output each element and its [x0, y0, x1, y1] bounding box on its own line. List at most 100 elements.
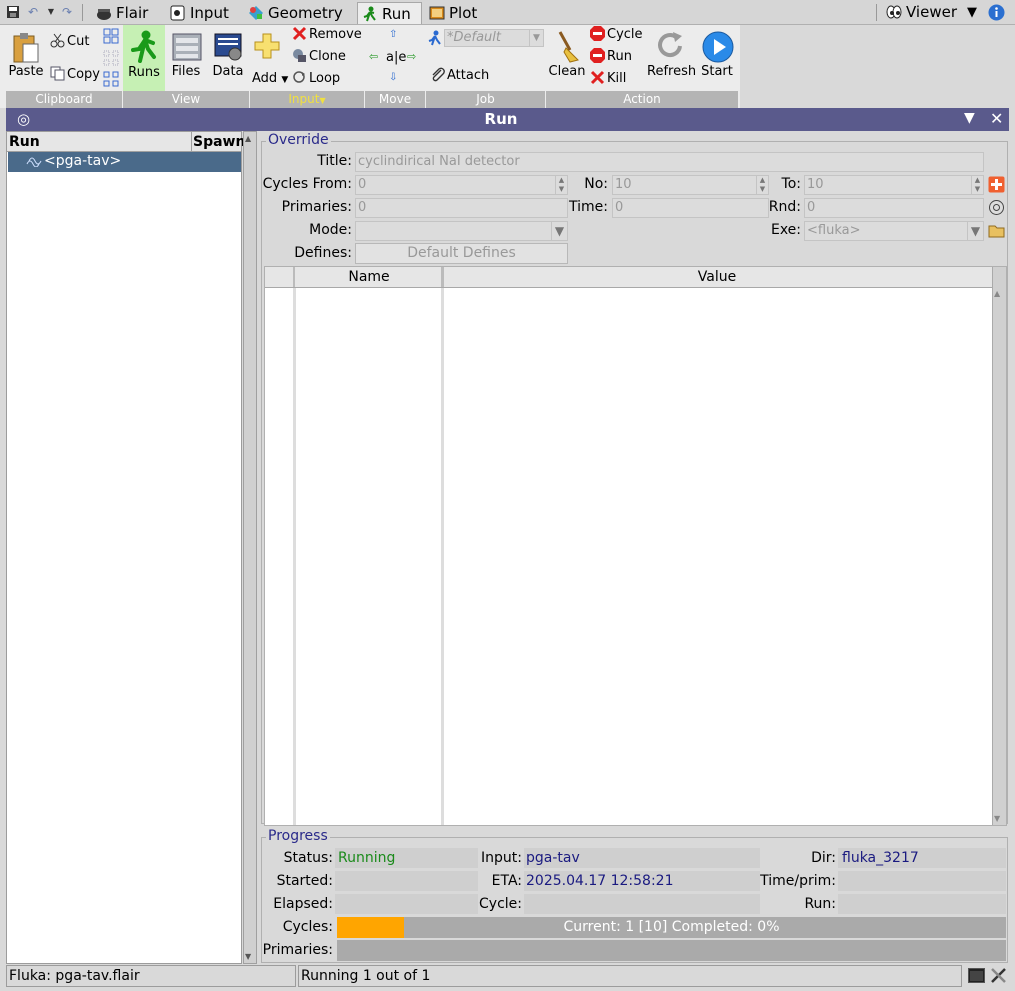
no-label: No:: [584, 176, 608, 192]
loop-icon: [292, 70, 307, 85]
clean-button[interactable]: Clean: [548, 30, 586, 79]
runs-view-button[interactable]: Runs: [123, 25, 165, 91]
job-runner-icon: [428, 30, 442, 46]
undo-dropdown-icon[interactable]: ▼: [44, 5, 58, 19]
input-group-dropdown-icon: ▼: [319, 96, 326, 105]
run-list-header: Run Spawn: [7, 132, 245, 152]
job-select-dropdown-icon: ▼: [529, 30, 543, 46]
move-left-icon[interactable]: ⇦: [369, 50, 378, 63]
kill-button[interactable]: Kill: [590, 69, 626, 89]
save-icon[interactable]: [6, 5, 20, 19]
input-label: Input:: [481, 850, 522, 866]
defines-table-scrollbar[interactable]: ▲ ▼: [992, 267, 1006, 825]
data-view-button[interactable]: Data: [209, 30, 247, 79]
rnd-input[interactable]: 0: [804, 198, 984, 218]
refresh-button[interactable]: Refresh: [647, 30, 696, 79]
scroll-down-icon[interactable]: ▼: [994, 814, 1000, 823]
time-label: Time:: [569, 199, 608, 215]
run-item-label: <pga-tav>: [44, 153, 122, 169]
move-right-icon[interactable]: ⇨: [407, 50, 416, 63]
group-label-move: Move: [365, 91, 425, 108]
files-view-button[interactable]: Files: [167, 30, 205, 79]
group-label-job: Job: [426, 91, 545, 108]
open-folder-icon[interactable]: [988, 222, 1006, 239]
add-icon[interactable]: [254, 33, 280, 59]
cycles-from-label: Cycles From:: [262, 176, 352, 192]
column-header-name[interactable]: Name: [296, 269, 442, 285]
broom-icon: [552, 30, 582, 63]
mode-select[interactable]: ▼: [355, 221, 568, 241]
primaries-input[interactable]: 0: [355, 198, 568, 218]
time-input[interactable]: 0: [612, 198, 769, 218]
defines-table: Name Value ▲ ▼: [264, 266, 1007, 826]
input-value: pga-tav: [526, 850, 580, 866]
tab-plot[interactable]: Plot: [425, 2, 487, 24]
move-up-icon[interactable]: ⇧: [389, 29, 397, 40]
paste-button[interactable]: Paste: [6, 30, 46, 79]
loop-button[interactable]: Loop: [292, 69, 340, 89]
exe-select[interactable]: <fluka> ▼: [804, 221, 984, 241]
tab-run[interactable]: Run: [357, 2, 422, 24]
clone-button[interactable]: Clone: [292, 47, 346, 67]
column-header-value[interactable]: Value: [444, 269, 990, 285]
info-icon[interactable]: [988, 4, 1005, 21]
cycle-label: Cycle:: [479, 896, 522, 912]
play-icon: [702, 30, 734, 63]
panel-menu-icon[interactable]: ▼: [964, 110, 975, 126]
scroll-up-icon[interactable]: ▲: [994, 289, 1000, 298]
scroll-down-icon[interactable]: ▼: [245, 952, 251, 961]
column-header-spawn[interactable]: Spawn: [193, 132, 245, 152]
group-label-view: View: [123, 91, 249, 108]
copy-button[interactable]: Copy: [50, 65, 100, 85]
tab-flair[interactable]: Flair: [92, 2, 158, 24]
start-button[interactable]: Start: [698, 30, 736, 79]
started-label: Started:: [276, 873, 333, 889]
status-bar-message: Running 1 out of 1: [298, 965, 962, 987]
random-dice-icon[interactable]: [988, 199, 1005, 216]
stop-cycle-button[interactable]: Cycle: [590, 25, 643, 45]
group-label-input[interactable]: Input▼: [250, 91, 364, 108]
cycles-progress-text: Current: 1 [10] Completed: 0%: [563, 919, 780, 935]
deselect-grid-icon[interactable]: [103, 71, 119, 87]
viewer-button[interactable]: Viewer: [906, 3, 957, 21]
top-tab-bar: ↶ ▼ ↷ Flair Input Geometry Run Plot View…: [0, 0, 1015, 25]
eta-label: ETA:: [491, 873, 522, 889]
column-header-run[interactable]: Run: [9, 132, 40, 152]
tools-icon[interactable]: [990, 967, 1008, 984]
redo-icon[interactable]: ↷: [60, 5, 74, 19]
list-item[interactable]: <pga-tav>: [8, 152, 241, 172]
viewer-dropdown-icon[interactable]: ▼: [967, 5, 977, 20]
grid-view-icon[interactable]: [103, 28, 119, 44]
run-wave-icon: [26, 155, 42, 167]
default-defines-button[interactable]: Default Defines: [355, 243, 568, 264]
data-icon: [213, 30, 243, 61]
close-icon[interactable]: ✕: [990, 109, 1003, 128]
remove-button[interactable]: Remove: [292, 25, 362, 45]
cut-button[interactable]: Cut: [50, 32, 89, 52]
paste-icon: [11, 30, 41, 63]
card-icon: [170, 5, 186, 21]
paperclip-icon: [430, 67, 445, 82]
spinner-arrows-icon[interactable]: ▲ ▼: [756, 176, 768, 194]
no-spinner[interactable]: 10 ▲ ▼: [612, 175, 769, 195]
tab-input[interactable]: Input: [166, 2, 239, 24]
add-plus-icon[interactable]: [988, 176, 1005, 193]
job-queue-select[interactable]: *Default ▼: [444, 29, 544, 47]
files-icon: [171, 30, 202, 61]
run-list-scrollbar[interactable]: ▲ ▼: [243, 131, 257, 964]
to-spinner[interactable]: 10 ▲ ▼: [804, 175, 984, 195]
cycles-from-spinner[interactable]: 0 ▲ ▼: [355, 175, 568, 195]
select-grid-icon[interactable]: [103, 50, 119, 66]
scroll-up-icon[interactable]: ▲: [245, 134, 251, 143]
add-button[interactable]: Add ▼: [252, 69, 288, 89]
terminal-icon[interactable]: [968, 967, 985, 984]
move-down-icon[interactable]: ⇩: [389, 72, 397, 83]
title-input[interactable]: cyclindirical NaI detector: [355, 152, 984, 172]
run-list: Run Spawn <pga-tav>: [6, 131, 245, 964]
stop-run-button[interactable]: Run: [590, 47, 632, 67]
tab-geometry[interactable]: Geometry: [244, 2, 353, 24]
spinner-arrows-icon[interactable]: ▲ ▼: [971, 176, 983, 194]
undo-icon[interactable]: ↶: [26, 5, 40, 19]
attach-button[interactable]: Attach: [430, 66, 489, 86]
spinner-arrows-icon[interactable]: ▲ ▼: [555, 176, 567, 194]
